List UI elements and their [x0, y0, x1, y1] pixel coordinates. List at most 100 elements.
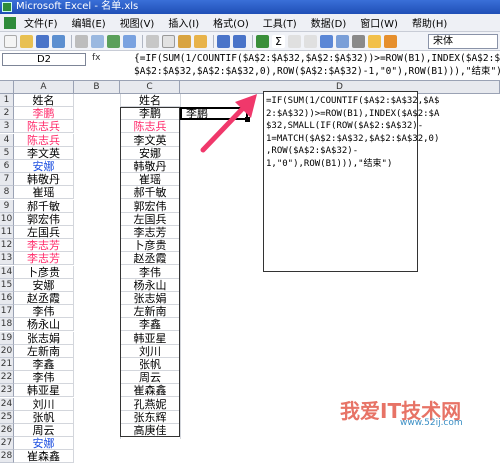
- cell-a[interactable]: 李鑫: [14, 358, 74, 371]
- magnifier-icon[interactable]: [384, 34, 397, 48]
- undo-icon[interactable]: [217, 34, 230, 48]
- menu-tools[interactable]: 工具(T): [263, 15, 297, 30]
- row-header[interactable]: 23: [0, 384, 14, 398]
- column-header-b[interactable]: B: [74, 81, 120, 94]
- menu-window[interactable]: 窗口(W): [360, 15, 398, 30]
- menu-data[interactable]: 数据(D): [311, 15, 347, 30]
- cell-a[interactable]: 姓名: [14, 94, 74, 107]
- cell-a[interactable]: 左新南: [14, 344, 74, 358]
- cell-a[interactable]: 李伟: [14, 305, 74, 319]
- cell-a[interactable]: 刘川: [14, 397, 74, 411]
- paste-icon[interactable]: [178, 34, 191, 48]
- cell-a[interactable]: 赵丞霞: [14, 292, 74, 305]
- cell-a[interactable]: 张帆: [14, 410, 74, 424]
- font-name-select[interactable]: 宋体: [428, 34, 498, 49]
- chart-wizard-icon[interactable]: [320, 34, 333, 48]
- cell-a[interactable]: 安娜: [14, 278, 74, 292]
- cell-a[interactable]: 周云: [14, 424, 74, 437]
- cell-a[interactable]: 崔森鑫: [14, 450, 74, 463]
- row-header[interactable]: 20: [0, 344, 14, 358]
- cell-a[interactable]: 李志芳: [14, 252, 74, 266]
- row-header[interactable]: 15: [0, 278, 14, 292]
- row-header[interactable]: 19: [0, 331, 14, 345]
- new-icon[interactable]: [4, 34, 17, 48]
- row-header[interactable]: 12: [0, 239, 14, 253]
- row-header[interactable]: 26: [0, 424, 14, 437]
- row-header[interactable]: 28: [0, 450, 14, 463]
- row-header[interactable]: 24: [0, 397, 14, 411]
- cut-icon[interactable]: [146, 34, 159, 48]
- cell-a[interactable]: 李文英: [14, 146, 74, 160]
- hyperlink-icon[interactable]: [256, 34, 269, 48]
- cell-a[interactable]: 崔瑶: [14, 186, 74, 200]
- save-icon[interactable]: [36, 34, 49, 48]
- row-header[interactable]: 17: [0, 305, 14, 319]
- sort-asc-icon[interactable]: [288, 34, 301, 48]
- row-header[interactable]: 13: [0, 252, 14, 266]
- row-header[interactable]: 5: [0, 146, 14, 160]
- workbook-icon[interactable]: [4, 16, 16, 29]
- cell-a[interactable]: 韩亚星: [14, 384, 74, 398]
- row-header[interactable]: 9: [0, 199, 14, 213]
- row-header[interactable]: 22: [0, 371, 14, 385]
- menu-insert[interactable]: 插入(I): [168, 15, 199, 30]
- column-header-a[interactable]: A: [14, 81, 74, 94]
- sort-desc-icon[interactable]: [304, 34, 317, 48]
- menu-edit[interactable]: 编辑(E): [72, 15, 106, 30]
- cell-a[interactable]: 卜彦贵: [14, 265, 74, 279]
- row-header[interactable]: 16: [0, 292, 14, 305]
- cell-a[interactable]: 韩敬丹: [14, 173, 74, 187]
- cell-a[interactable]: 杨永山: [14, 318, 74, 332]
- annotation-arrow-icon: [200, 94, 257, 153]
- menu-file[interactable]: 文件(F): [24, 15, 58, 30]
- select-all-corner[interactable]: [0, 81, 14, 94]
- drawing-icon[interactable]: [336, 34, 349, 48]
- help-icon[interactable]: [368, 34, 381, 48]
- permission-icon[interactable]: [52, 34, 65, 48]
- spelling-icon[interactable]: [107, 34, 120, 48]
- research-icon[interactable]: [123, 34, 136, 48]
- cell-a[interactable]: 李鹏: [14, 107, 74, 121]
- title-bar: Microsoft Excel - 名单.xls: [0, 0, 500, 14]
- row-header[interactable]: 25: [0, 410, 14, 424]
- row-header[interactable]: 6: [0, 160, 14, 173]
- menu-view[interactable]: 视图(V): [120, 15, 155, 30]
- print-preview-icon[interactable]: [91, 34, 104, 48]
- formula-input[interactable]: {=IF(SUM(1/COUNTIF($A$2:$A$32,$A$2:$A$32…: [134, 52, 500, 78]
- cell-a[interactable]: 左国兵: [14, 226, 74, 239]
- cell-a[interactable]: 张志娟: [14, 331, 74, 345]
- fx-icon[interactable]: fx: [92, 53, 101, 63]
- row-header[interactable]: 14: [0, 265, 14, 279]
- cell-a[interactable]: 李伟: [14, 371, 74, 385]
- autosum-icon[interactable]: Σ: [272, 34, 285, 48]
- cell-a[interactable]: 陈志兵: [14, 120, 74, 134]
- row-header[interactable]: 21: [0, 358, 14, 371]
- zoom-box-icon[interactable]: [352, 34, 365, 48]
- copy-icon[interactable]: [162, 34, 175, 48]
- row-header[interactable]: 8: [0, 186, 14, 200]
- row-header[interactable]: 18: [0, 318, 14, 332]
- row-header[interactable]: 7: [0, 173, 14, 187]
- row-header[interactable]: 27: [0, 437, 14, 451]
- row-header[interactable]: 1: [0, 94, 14, 107]
- row-header[interactable]: 4: [0, 133, 14, 147]
- cell-a[interactable]: 李志芳: [14, 239, 74, 253]
- name-box[interactable]: D2: [2, 53, 86, 66]
- column-header-c[interactable]: C: [120, 81, 180, 94]
- row-header[interactable]: 2: [0, 107, 14, 121]
- row-header[interactable]: 3: [0, 120, 14, 134]
- cell-a[interactable]: 安娜: [14, 160, 74, 173]
- menu-help[interactable]: 帮助(H): [412, 15, 447, 30]
- open-icon[interactable]: [20, 34, 33, 48]
- redo-icon[interactable]: [233, 34, 246, 48]
- row-header[interactable]: 10: [0, 212, 14, 226]
- menu-format[interactable]: 格式(O): [213, 15, 249, 30]
- cell-a[interactable]: 安娜: [14, 437, 74, 451]
- cell-a[interactable]: 郝千敏: [14, 199, 74, 213]
- format-painter-icon[interactable]: [194, 34, 207, 48]
- row-header[interactable]: 11: [0, 226, 14, 239]
- cell-c[interactable]: 姓名: [120, 94, 180, 107]
- print-icon[interactable]: [75, 34, 88, 48]
- cell-a[interactable]: 陈志兵: [14, 133, 74, 147]
- cell-a[interactable]: 郭宏伟: [14, 212, 74, 226]
